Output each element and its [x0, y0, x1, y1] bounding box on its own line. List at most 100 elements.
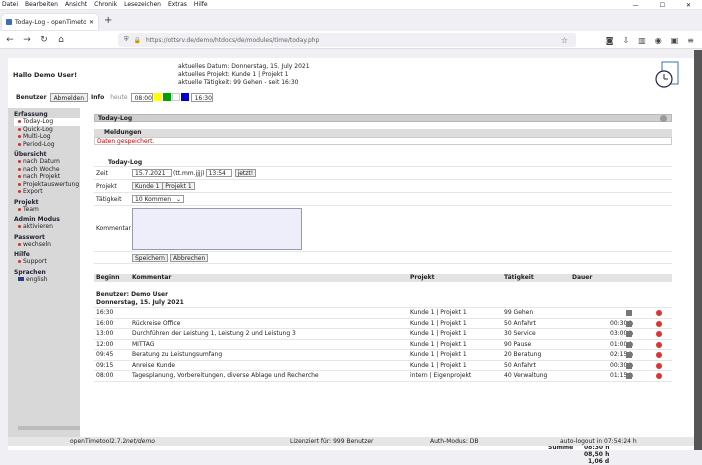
- minimize-icon[interactable]: —: [633, 2, 639, 9]
- browser-tools: ◙ ⇩ ▥ ◉ ▣ ≡: [606, 33, 694, 47]
- delete-icon[interactable]: [656, 331, 662, 337]
- sidebar-item-english[interactable]: english: [18, 276, 80, 284]
- table-row: 16:00 Rückreise Office Kunde 1 | Projekt…: [94, 319, 672, 329]
- hamburger-menu-icon[interactable]: ≡: [687, 36, 694, 45]
- form-header: Today-Log: [94, 158, 672, 167]
- cell-activity: 50 Anfahrt: [504, 361, 536, 369]
- download-icon[interactable]: ⇩: [622, 36, 629, 45]
- sidebar-item-support[interactable]: Support: [18, 258, 80, 266]
- delete-icon[interactable]: [656, 373, 662, 379]
- cell-begin: 12:00: [96, 340, 114, 348]
- sidebar-item-period-log[interactable]: Period-Log: [18, 141, 80, 149]
- status-path: net/demo: [126, 438, 155, 445]
- sidebar-item-label: aktivieren: [23, 223, 53, 230]
- sidebar-item-multi-log[interactable]: Multi-Log: [18, 133, 80, 141]
- col-projekt: Projekt: [410, 274, 435, 281]
- cancel-button[interactable]: Abbrechen: [169, 253, 209, 262]
- shield-icon[interactable]: ⛨: [124, 36, 129, 44]
- sidebar-item-today-log[interactable]: Today-Log: [14, 118, 80, 126]
- menu-lesezeichen[interactable]: Lesezeichen: [124, 1, 161, 8]
- vertical-scrollbar[interactable]: [694, 50, 702, 450]
- cell-activity: 90 Pause: [504, 340, 532, 348]
- status-message: Daten gespeichert.: [94, 137, 672, 145]
- status-license: Lizenziert für: 999 Benutzer: [290, 438, 374, 445]
- forward-icon[interactable]: →: [20, 35, 34, 45]
- menu-bearbeiten[interactable]: Bearbeiten: [25, 1, 58, 8]
- table-row: 08:00 Tagesplanung, Vorbereitungen, dive…: [94, 371, 672, 382]
- table-row: 09:15 Anreise Kunde Kunde 1 | Projekt 1 …: [94, 361, 672, 371]
- back-icon[interactable]: ←: [3, 35, 17, 45]
- time-start-field[interactable]: 08:00: [130, 92, 153, 102]
- sidebar-item-projektauswertung[interactable]: Projektauswertung: [18, 181, 80, 189]
- delete-icon[interactable]: [656, 352, 662, 358]
- cell-activity: 40 Verwaltung: [504, 372, 548, 379]
- time-end-field[interactable]: 16:30: [190, 92, 213, 102]
- browser-tab[interactable]: Today-Log - openTimetool2.7.2 ✕: [2, 14, 98, 30]
- url-bar[interactable]: ⛨ 🔒 https://ottsrv.de/demo/htdocs/de/mod…: [118, 33, 576, 47]
- sidebar-item-team[interactable]: Team: [18, 206, 80, 214]
- page-title: Today-Log: [94, 114, 672, 122]
- table-row: 16:30 Kunde 1 | Projekt 1 99 Gehen: [94, 308, 672, 319]
- reload-icon[interactable]: ↻: [37, 35, 51, 45]
- account-icon[interactable]: ◉: [655, 36, 662, 45]
- menu-chronik[interactable]: Chronik: [94, 1, 117, 8]
- sidebar-item-wechseln[interactable]: wechseln: [18, 241, 80, 249]
- logout-button[interactable]: Abmelden: [49, 92, 88, 102]
- close-window-icon[interactable]: ✕: [686, 2, 691, 9]
- delete-icon[interactable]: [656, 320, 662, 327]
- date-input[interactable]: 15.7.2021: [132, 169, 172, 177]
- cell-begin: 16:00: [96, 319, 114, 327]
- sidebar-item-aktivieren[interactable]: aktivieren: [18, 223, 80, 231]
- sidebar-item-export[interactable]: Export: [18, 188, 80, 196]
- form-title: Today-Log: [108, 158, 143, 166]
- comment-textarea[interactable]: [132, 207, 302, 250]
- save-button[interactable]: Speichern: [132, 253, 168, 262]
- sidebar-item-nach-projekt[interactable]: nach Projekt: [18, 173, 80, 181]
- home-icon[interactable]: ⌂: [54, 35, 68, 45]
- section-sprachen: Sprachen: [14, 268, 46, 276]
- horizontal-scrollbar[interactable]: [18, 426, 80, 430]
- edit-icon[interactable]: [626, 310, 632, 316]
- delete-icon[interactable]: [656, 310, 662, 316]
- window-controls: — ☐ ✕: [633, 0, 698, 10]
- edit-icon[interactable]: [626, 352, 632, 358]
- project-select[interactable]: Kunde 1 | Projekt 1: [132, 182, 195, 190]
- edit-icon[interactable]: [626, 320, 632, 327]
- sidebar-icon[interactable]: ▣: [671, 36, 679, 45]
- table-row: 09:45 Beratung zu Leistungsumfang Kunde …: [94, 350, 672, 361]
- sidebar-item-quick-log[interactable]: Quick-Log: [18, 126, 80, 134]
- edit-icon[interactable]: [626, 331, 632, 337]
- edit-icon[interactable]: [626, 362, 632, 369]
- activity-select[interactable]: 10 Kommen ⌄: [132, 195, 184, 203]
- menu-hilfe[interactable]: Hilfe: [194, 1, 208, 8]
- sidebar-item-nach-woche[interactable]: nach Woche: [18, 166, 80, 174]
- menu-extras[interactable]: Extras: [168, 1, 187, 8]
- sidebar-item-label: Multi-Log: [23, 133, 51, 140]
- app-header: Hallo Demo User! aktuelles Datum: Donner…: [8, 58, 694, 92]
- library-icon[interactable]: ▥: [638, 36, 646, 45]
- main-content: Today-Log Meldungen Daten gespeichert. T…: [94, 114, 672, 465]
- sidebar-item-label: Team: [23, 205, 39, 213]
- bookmark-star-icon[interactable]: ☆: [561, 36, 568, 45]
- edit-icon[interactable]: [626, 373, 632, 379]
- delete-icon[interactable]: [656, 362, 662, 369]
- delete-icon[interactable]: [656, 341, 662, 348]
- globe-icon[interactable]: [660, 115, 667, 122]
- pocket-icon[interactable]: ◙: [606, 36, 614, 45]
- cell-begin: 08:00: [96, 372, 114, 379]
- menu-datei[interactable]: Datei: [2, 1, 18, 8]
- sum-decimal: 08,50 h: [584, 451, 610, 458]
- section-passwort: Passwort: [14, 233, 45, 241]
- edit-icon[interactable]: [626, 341, 632, 348]
- sidebar-item-nach-datum[interactable]: nach Datum: [18, 158, 80, 166]
- time-input[interactable]: 13:54: [205, 169, 232, 177]
- time-row: Zeit 15.7.2021 (tt.mm.jjjj) 13:54 jetzt!: [94, 167, 672, 180]
- lock-icon[interactable]: 🔒: [134, 37, 141, 44]
- page-title-text: Today-Log: [98, 115, 133, 122]
- now-button[interactable]: jetzt!: [234, 169, 257, 177]
- bullet-icon: [18, 190, 21, 194]
- close-tab-icon[interactable]: ✕: [89, 19, 94, 26]
- new-tab-icon[interactable]: +: [104, 14, 112, 30]
- menu-ansicht[interactable]: Ansicht: [65, 1, 87, 8]
- maximize-icon[interactable]: ☐: [660, 2, 665, 9]
